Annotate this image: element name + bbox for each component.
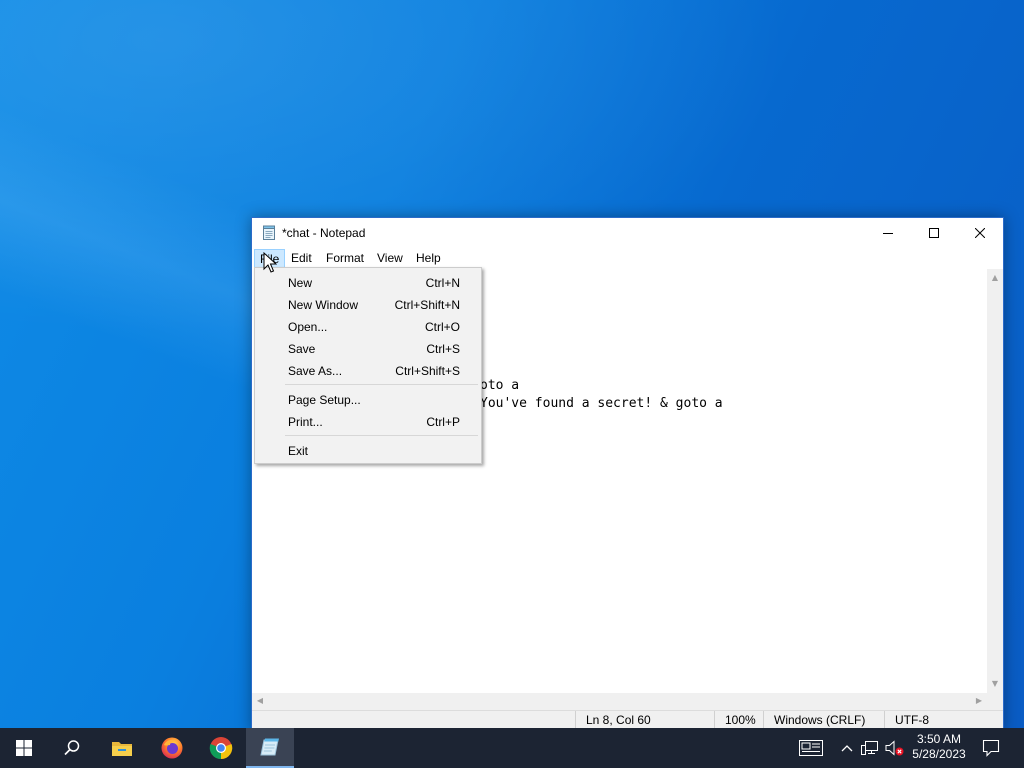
menu-item-new-window[interactable]: New Window Ctrl+Shift+N [257, 293, 479, 315]
scroll-down-icon[interactable]: ▼ [990, 679, 1000, 689]
menu-separator [285, 384, 478, 385]
chrome-icon [209, 737, 233, 760]
window-title: *chat - Notepad [282, 226, 366, 240]
file-menu-dropdown: New Ctrl+N New Window Ctrl+Shift+N Open.… [254, 267, 482, 464]
menu-item-shortcut: Ctrl+O [424, 320, 460, 334]
windows-start-icon [16, 740, 32, 756]
network-button[interactable] [860, 728, 880, 768]
menu-item-shortcut: Ctrl+P [426, 415, 460, 429]
menu-edit[interactable]: Edit [285, 249, 318, 269]
notepad-taskbar-button[interactable] [246, 728, 294, 768]
menu-item-page-setup[interactable]: Page Setup... [257, 388, 479, 410]
chrome-button[interactable] [197, 728, 245, 768]
close-icon [975, 228, 985, 238]
menu-item-label: Print... [288, 415, 323, 429]
menu-item-print[interactable]: Print... Ctrl+P [257, 410, 479, 432]
scroll-up-icon[interactable]: ▲ [990, 273, 1000, 283]
clock-date: 5/28/2023 [912, 747, 966, 761]
menu-item-shortcut: Ctrl+Shift+N [394, 298, 460, 312]
search-button[interactable] [48, 728, 96, 768]
file-explorer-icon [112, 742, 132, 756]
action-center-button[interactable] [974, 728, 1008, 768]
scroll-right-icon[interactable]: ▶ [974, 696, 984, 706]
menu-item-open[interactable]: Open... Ctrl+O [257, 315, 479, 337]
menu-item-shortcut: Ctrl+Shift+S [395, 364, 460, 378]
maximize-icon [929, 228, 939, 238]
file-explorer-button[interactable] [98, 728, 146, 768]
notepad-icon [260, 738, 279, 756]
menu-item-new[interactable]: New Ctrl+N [257, 271, 479, 293]
menu-item-label: Save [288, 342, 316, 356]
news-widget-button[interactable] [796, 728, 826, 768]
network-icon [861, 741, 878, 755]
maximize-button[interactable] [911, 218, 957, 248]
firefox-icon [161, 737, 183, 759]
menu-item-label: New Window [288, 298, 359, 312]
taskbar: 3:50 AM 5/28/2023 [0, 728, 1024, 768]
menu-item-label: New [288, 276, 313, 290]
menu-item-exit[interactable]: Exit [257, 439, 479, 461]
minimize-button[interactable] [865, 218, 911, 248]
menu-item-save[interactable]: Save Ctrl+S [257, 337, 479, 359]
mouse-pointer-icon [263, 252, 277, 273]
menu-item-shortcut: Ctrl+S [426, 342, 460, 356]
minimize-icon [883, 233, 893, 234]
menu-help[interactable]: Help [410, 249, 447, 269]
menu-item-label: Open... [288, 320, 328, 334]
vertical-scrollbar[interactable]: ▲ ▼ [987, 269, 1003, 693]
firefox-button[interactable] [148, 728, 196, 768]
editor-line: oto a [480, 378, 520, 393]
clock-time: 3:50 AM [916, 732, 962, 746]
volume-muted-icon [885, 740, 904, 756]
start-button[interactable] [0, 728, 48, 768]
system-clock[interactable]: 3:50 AM 5/28/2023 [906, 728, 972, 768]
close-button[interactable] [957, 218, 1003, 248]
volume-button[interactable] [884, 728, 906, 768]
menu-item-label: Save As... [288, 364, 343, 378]
search-icon [64, 740, 80, 756]
menu-bar: File Edit Format View Help [252, 249, 1003, 269]
news-icon [799, 740, 823, 756]
menu-item-save-as[interactable]: Save As... Ctrl+Shift+S [257, 359, 479, 381]
menu-view[interactable]: View [371, 249, 409, 269]
scrollbar-corner [987, 693, 1003, 710]
scroll-left-icon[interactable]: ◀ [255, 696, 265, 706]
menu-item-shortcut: Ctrl+N [425, 276, 460, 290]
notification-icon [982, 739, 1000, 757]
menu-format[interactable]: Format [320, 249, 370, 269]
show-hidden-icons-button[interactable] [838, 728, 856, 768]
menu-separator [285, 435, 478, 436]
menu-item-label: Exit [288, 444, 309, 458]
title-bar[interactable]: *chat - Notepad [252, 218, 1003, 249]
editor-line: You've found a secret! & goto a [480, 396, 723, 411]
horizontal-scrollbar[interactable]: ◀ ▶ [252, 693, 987, 710]
menu-item-label: Page Setup... [288, 393, 361, 407]
notepad-icon [263, 225, 275, 240]
chevron-up-icon [841, 745, 853, 752]
